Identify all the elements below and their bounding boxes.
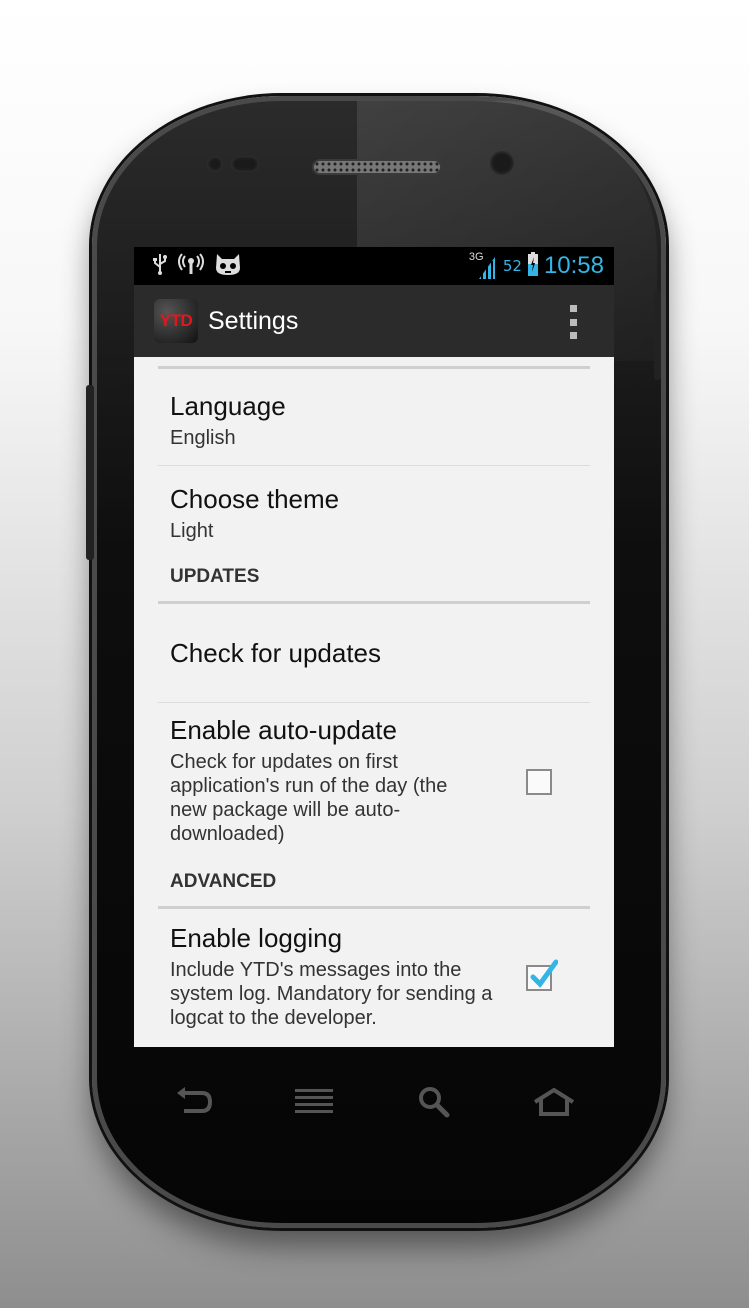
front-camera [490,151,514,175]
earpiece-speaker [312,159,442,175]
screen: 3G 52 10:58 YTD Settings Language Englis… [134,247,614,1047]
search-icon[interactable] [404,1077,464,1127]
section-header-updates: UPDATES [158,562,590,604]
home-icon[interactable] [524,1077,584,1127]
back-icon[interactable] [164,1077,224,1127]
page-title: Settings [208,306,299,335]
power-button[interactable] [654,290,661,380]
overflow-menu-icon[interactable] [566,305,580,339]
usb-icon [152,253,168,280]
cyanogen-mascot-icon [214,252,242,281]
wifi-hotspot-icon [178,252,204,280]
checkmark-icon [530,959,558,988]
pref-title: Check for updates [170,638,382,668]
pref-title: Enable logging [170,923,343,953]
pref-summary: Check for updates on first application's… [170,751,448,845]
pref-title: Language [170,391,286,421]
pref-language[interactable]: Language English [158,369,590,466]
signal-icon: 3G [469,251,497,279]
battery-charging-icon [527,252,538,280]
pref-summary: Light [170,520,214,542]
app-logo[interactable]: YTD [154,299,198,343]
pref-auto-update[interactable]: Enable auto-update Check for updates on … [158,703,590,869]
menu-icon[interactable] [284,1077,344,1127]
battery-level: 52 [502,257,522,275]
action-bar: YTD Settings [134,285,614,357]
logging-checkbox[interactable] [526,959,558,991]
status-clock: 10:58 [543,252,604,279]
section-header-advanced: ADVANCED [158,869,590,909]
auto-update-checkbox[interactable] [526,769,552,795]
pref-summary: English [170,427,236,449]
settings-list: Language English Choose theme Light UPDA… [134,366,614,1047]
pref-summary: Include YTD's messages into the system l… [170,959,493,1029]
pref-theme[interactable]: Choose theme Light [158,466,590,562]
volume-button[interactable] [86,385,94,560]
pref-check-updates[interactable]: Check for updates [158,604,590,703]
app-logo-text: YTD [159,311,193,330]
navigation-bar [134,1062,614,1142]
pref-logging[interactable]: Enable logging Include YTD's messages in… [158,909,590,1047]
light-sensor [231,156,259,172]
proximity-sensor [207,156,223,172]
pref-title: Enable auto-update [170,715,397,745]
pref-title: Choose theme [170,484,340,514]
status-bar: 3G 52 10:58 [134,247,614,285]
